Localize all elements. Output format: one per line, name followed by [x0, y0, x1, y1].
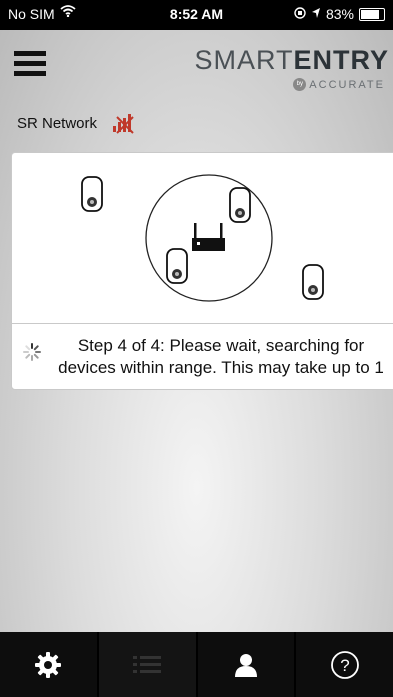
lock-icon-1 [81, 176, 103, 212]
lock-rotation-icon [294, 6, 306, 22]
tab-list[interactable] [98, 632, 196, 697]
tab-help[interactable]: ? [296, 632, 393, 697]
lock-icon-2 [229, 187, 251, 223]
status-bar: No SIM 8:52 AM 83% [0, 0, 393, 30]
smartentry-logo: SMARTENTRY [194, 45, 389, 75]
gear-icon [35, 651, 62, 678]
loading-spinner-icon [22, 342, 42, 362]
device-range-diagram [12, 153, 393, 324]
step-status: Step 4 of 4: Please wait, searching for … [12, 324, 393, 388]
help-glyph: ? [340, 656, 349, 675]
battery-icon [359, 7, 385, 21]
bottom-tab-bar: ? [0, 632, 393, 697]
lock-icon-3 [166, 248, 188, 284]
step-message-line1: Step 4 of 4: Please wait, searching for [77, 336, 365, 355]
tab-settings[interactable] [0, 632, 97, 697]
tab-profile[interactable] [197, 632, 295, 697]
network-label: SR Network [17, 114, 98, 132]
status-right: 83% [294, 6, 385, 22]
battery-percent: 83% [325, 6, 354, 22]
step-message: Step 4 of 4: Please wait, searching for … [48, 335, 393, 379]
app-header: SMARTENTRY by ACCURATE [0, 30, 393, 102]
hub-icon [192, 223, 225, 251]
list-icon [133, 655, 162, 673]
user-icon [234, 653, 257, 677]
help-icon: ? [330, 650, 359, 679]
network-status: SR Network [17, 112, 137, 134]
accurate-logo: by ACCURATE [293, 78, 385, 91]
search-panel: Step 4 of 4: Please wait, searching for … [11, 152, 393, 390]
location-icon [311, 6, 321, 22]
hamburger-menu-button[interactable] [14, 51, 46, 77]
no-signal-icon [111, 112, 137, 134]
step-message-line2: devices within range. This may take up t… [58, 358, 384, 377]
lock-icon-4 [302, 264, 324, 300]
